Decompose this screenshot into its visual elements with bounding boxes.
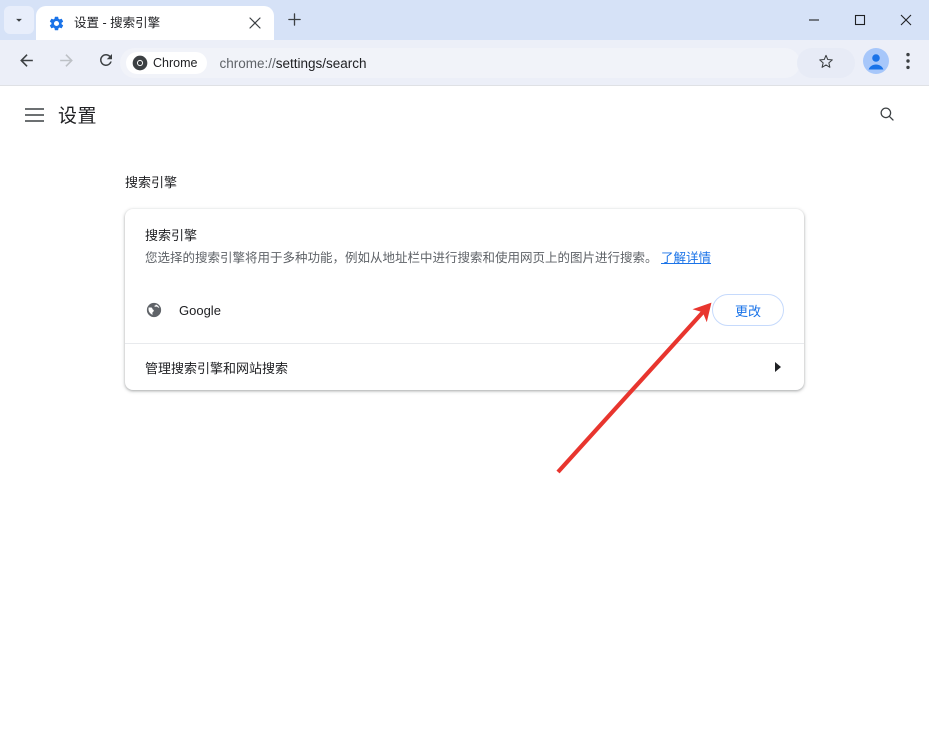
browser-menu-button[interactable]	[893, 48, 923, 78]
star-icon	[817, 52, 835, 75]
profile-button[interactable]	[861, 48, 891, 78]
settings-page: 设置 搜索引擎 搜索引擎 您选择的搜索引擎将用于多种功能，例如从地址栏中进行搜索…	[0, 87, 929, 732]
url-scheme: chrome://	[219, 56, 275, 71]
settings-gear-icon	[48, 15, 65, 32]
browser-toolbar: Chrome chrome://settings/search	[0, 40, 929, 86]
bookmark-button[interactable]	[797, 48, 855, 78]
learn-more-link[interactable]: 了解详情	[661, 251, 711, 265]
toolbar-right-group	[797, 48, 923, 78]
browser-window: 设置 - 搜索引擎	[0, 0, 929, 732]
search-engine-card: 搜索引擎 您选择的搜索引擎将用于多种功能，例如从地址栏中进行搜索和使用网页上的图…	[125, 209, 804, 390]
window-controls	[791, 0, 929, 40]
minimize-button[interactable]	[791, 0, 837, 40]
address-bar[interactable]: Chrome chrome://settings/search	[120, 48, 800, 78]
titlebar: 设置 - 搜索引擎	[0, 0, 929, 40]
chrome-logo-icon	[132, 55, 148, 71]
url-path: settings/search	[276, 56, 367, 71]
hamburger-icon	[25, 108, 44, 127]
arrow-left-icon	[17, 51, 36, 75]
reload-icon	[97, 51, 115, 74]
url-text[interactable]: chrome://settings/search	[219, 56, 366, 71]
chrome-origin-chip[interactable]: Chrome	[126, 52, 207, 74]
settings-header: 设置	[0, 87, 929, 143]
current-search-engine-row: Google 更改	[125, 287, 804, 333]
change-search-engine-button[interactable]: 更改	[712, 294, 784, 326]
section-heading: 搜索引擎	[125, 172, 177, 191]
chevron-down-icon	[12, 13, 26, 27]
globe-icon	[145, 301, 163, 319]
maximize-button[interactable]	[837, 0, 883, 40]
tab-settings[interactable]: 设置 - 搜索引擎	[36, 6, 274, 40]
forward-button[interactable]	[51, 48, 81, 78]
chevron-right-icon	[772, 360, 784, 374]
card-description-text: 您选择的搜索引擎将用于多种功能，例如从地址栏中进行搜索和使用网页上的图片进行搜索…	[145, 251, 658, 265]
tab-search-button[interactable]	[4, 6, 34, 34]
arrow-right-icon	[57, 51, 76, 75]
search-engine-name: Google	[179, 303, 712, 318]
search-icon	[878, 105, 896, 128]
avatar-icon	[863, 48, 889, 79]
three-dots-icon	[906, 52, 910, 75]
chrome-chip-label: Chrome	[153, 56, 197, 70]
close-icon[interactable]	[244, 12, 266, 34]
page-title: 设置	[58, 101, 97, 128]
new-tab-button[interactable]	[280, 8, 308, 36]
manage-search-engines-row[interactable]: 管理搜索引擎和网站搜索	[125, 344, 804, 390]
back-button[interactable]	[11, 48, 41, 78]
tab-title: 设置 - 搜索引擎	[74, 6, 244, 40]
reload-button[interactable]	[91, 48, 121, 78]
settings-menu-button[interactable]	[20, 103, 48, 131]
settings-search-button[interactable]	[871, 100, 903, 132]
card-description: 您选择的搜索引擎将用于多种功能，例如从地址栏中进行搜索和使用网页上的图片进行搜索…	[145, 249, 784, 267]
close-button[interactable]	[883, 0, 929, 40]
plus-icon	[287, 12, 302, 32]
search-engine-card-header: 搜索引擎 您选择的搜索引擎将用于多种功能，例如从地址栏中进行搜索和使用网页上的图…	[125, 209, 804, 283]
manage-search-engines-label: 管理搜索引擎和网站搜索	[145, 358, 772, 377]
card-title: 搜索引擎	[145, 225, 784, 244]
